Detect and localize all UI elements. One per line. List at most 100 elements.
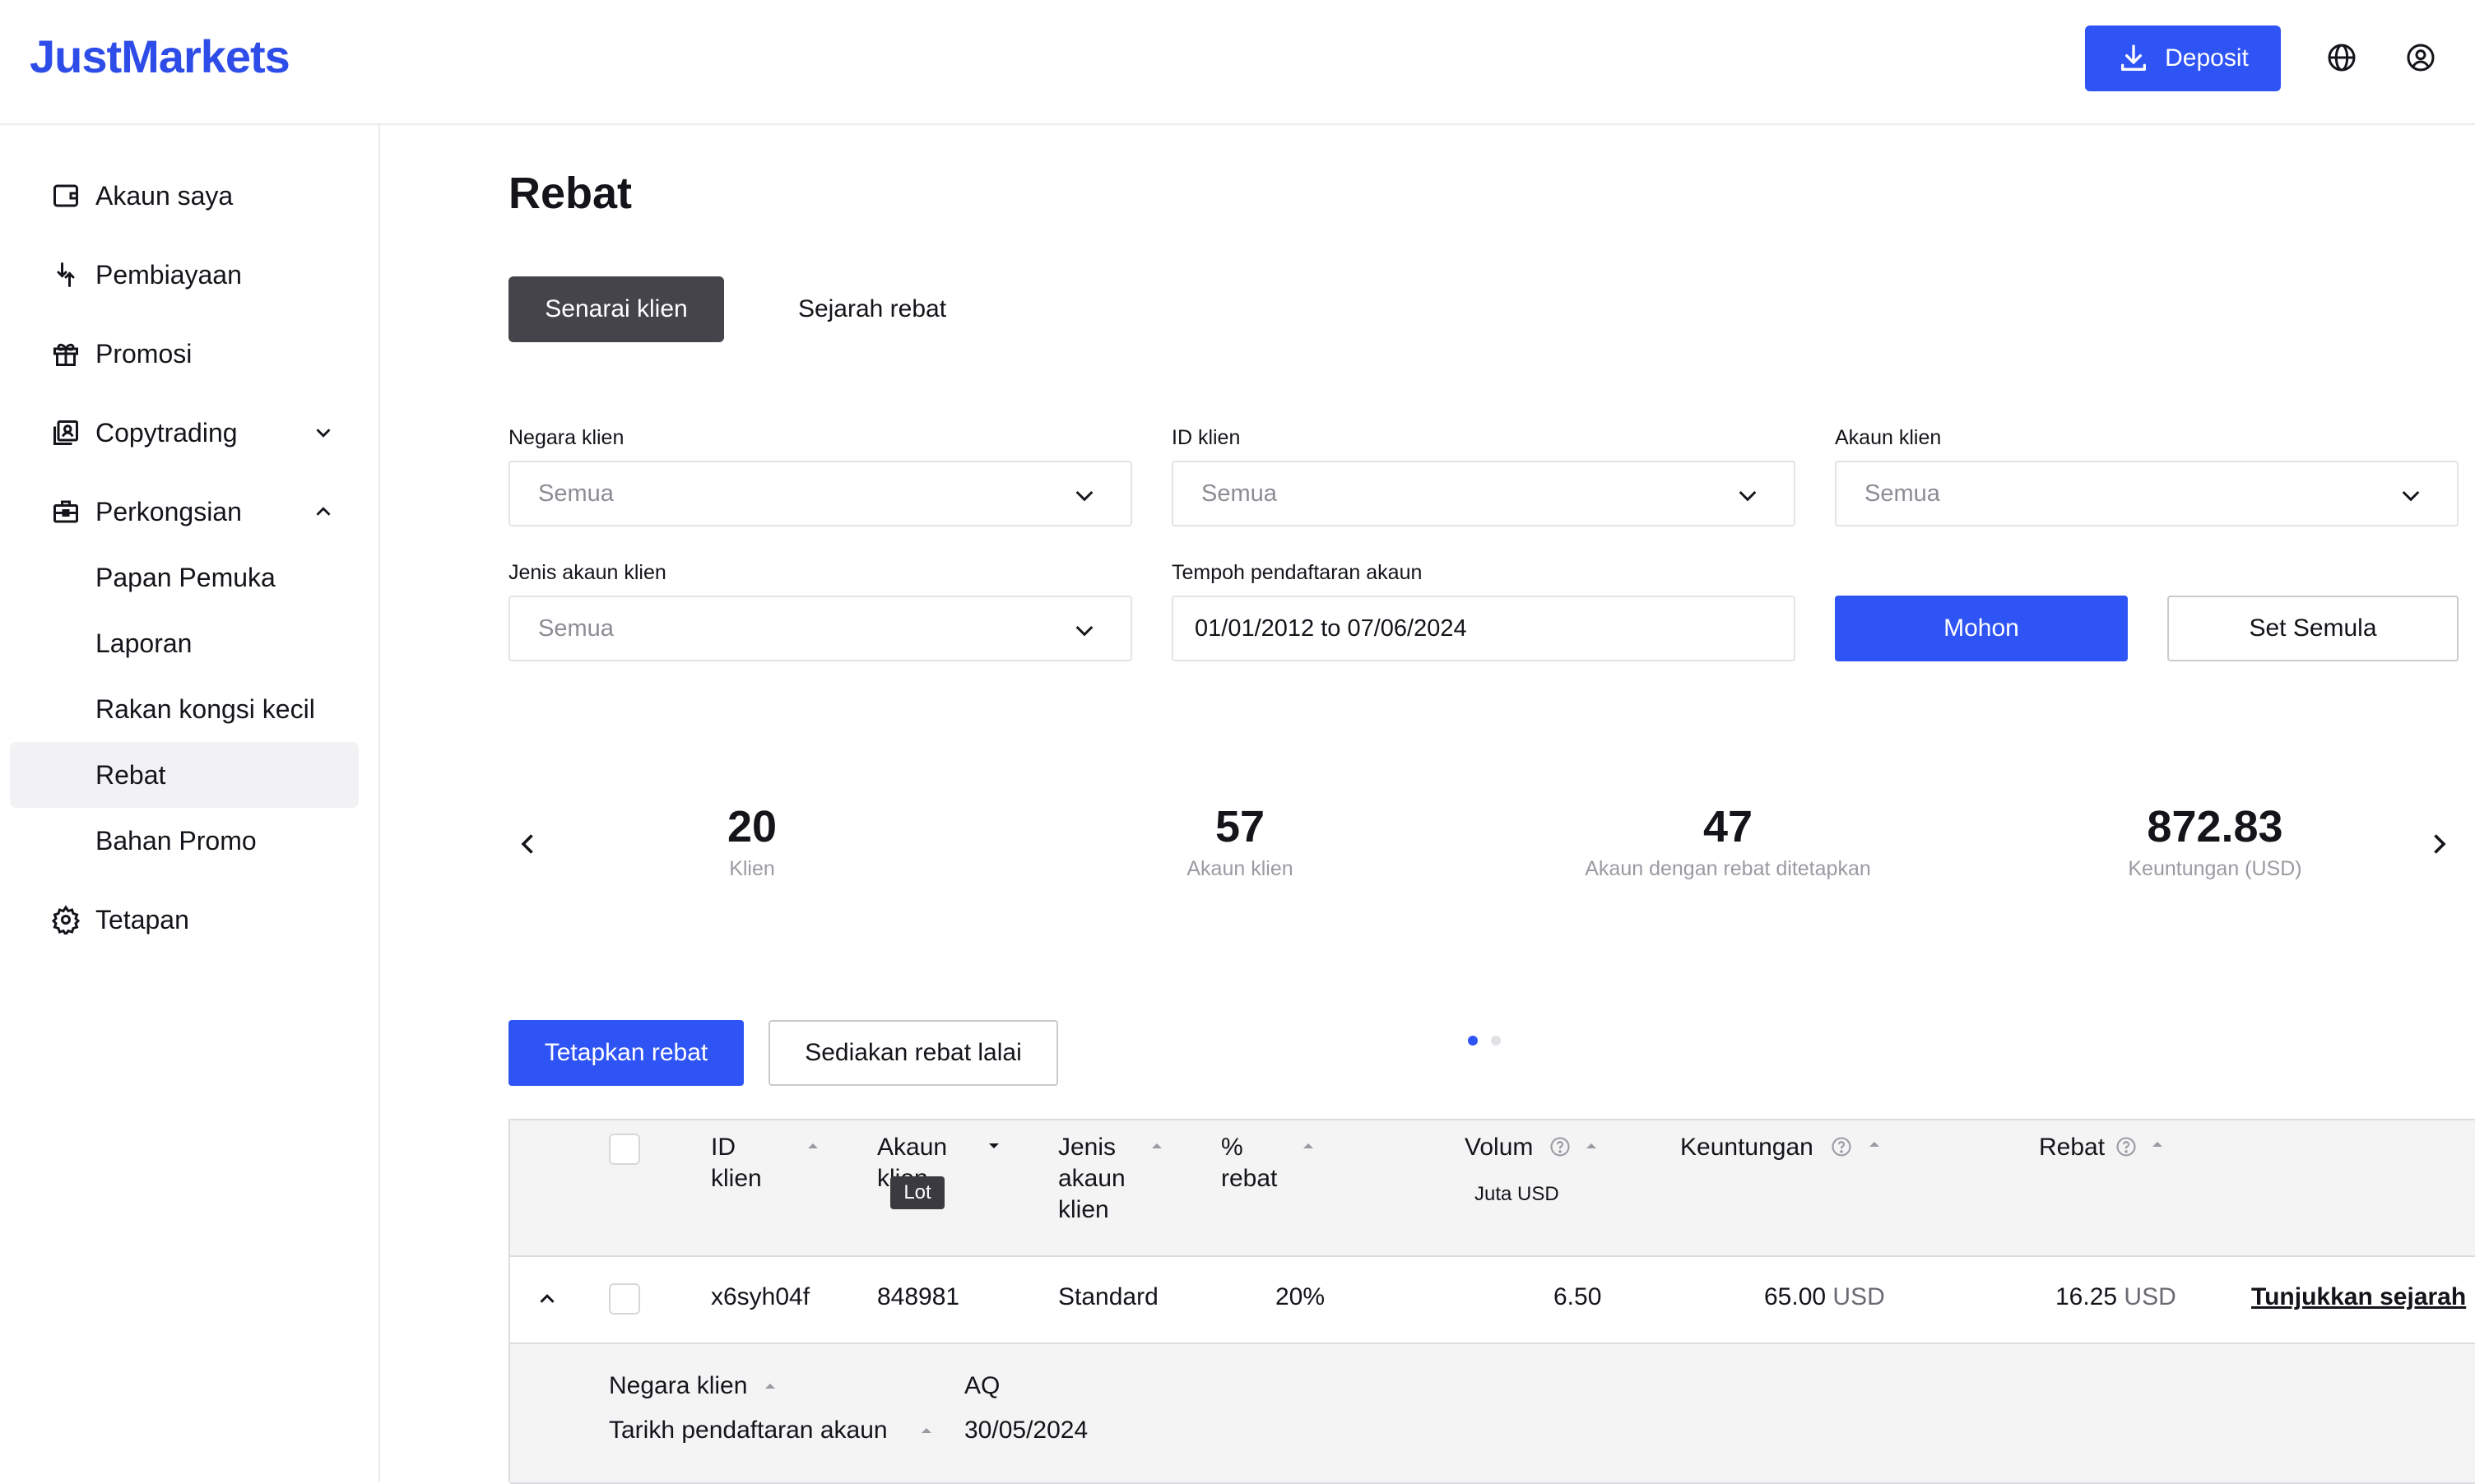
set-rebate-button[interactable]: Tetapkan rebat [508,1020,744,1086]
apply-button[interactable]: Mohon [1835,596,2128,661]
sidebar-item-akaun-saya[interactable]: Akaun saya [10,163,359,229]
sort-up-icon[interactable] [1149,1140,1165,1152]
sidebar-item-papan-pemuka[interactable]: Papan Pemuka [10,545,359,610]
sidebar-item-label: Papan Pemuka [95,562,276,592]
sort-up-icon[interactable] [1300,1140,1316,1152]
stat-profit: 872.83 Keuntungan (USD) [2050,801,2380,881]
account-select-value: Semua [1864,480,1940,507]
col-header-volume[interactable]: Volum [1465,1132,1533,1163]
account-type-filter-label: Jenis akaun klien [508,561,666,584]
gear-icon [51,905,81,934]
period-date-input[interactable]: 01/01/2012 to 07/06/2024 [1172,596,1795,661]
stat-value: 872.83 [2147,802,2283,851]
cell-account-type: Standard [1058,1283,1159,1310]
col-header-client-id[interactable]: ID klien [711,1132,777,1194]
sort-down-icon[interactable] [986,1140,1002,1152]
cell-volume: 6.50 [1553,1283,1602,1310]
cell-account: 848981 [877,1283,960,1310]
sidebar-item-rebat[interactable]: Rebat [10,742,359,808]
col-header-rebate[interactable]: Rebat [2039,1132,2105,1163]
justmarkets-logo[interactable]: JustMarkets [30,30,290,83]
row-checkbox[interactable] [609,1283,640,1315]
sidebar-item-rakan-kongsi-kecil[interactable]: Rakan kongsi kecil [10,676,359,742]
sidebar-item-promosi[interactable]: Promosi [10,321,359,387]
cell-rebate: 16.25 USD [2055,1283,2176,1311]
sidebar-item-label: Promosi [95,338,193,369]
sort-up-icon[interactable] [2149,1139,2166,1150]
stat-caption: Akaun klien [1186,857,1293,880]
help-icon[interactable] [1549,1135,1572,1158]
stat-caption: Keuntungan (USD) [2128,857,2302,880]
col-header-profit[interactable]: Keuntungan [1680,1132,1813,1163]
client-id-select-value: Semua [1201,480,1277,507]
sidebar-item-label: Perkongsian [95,496,242,526]
tab-sejarah-rebat[interactable]: Sejarah rebat [788,276,956,342]
show-history-link[interactable]: Tunjukkan sejarah [2251,1283,2466,1311]
sidebar-item-tetapan[interactable]: Tetapan [10,887,359,953]
wallet-icon [53,184,78,207]
sort-up-icon[interactable] [918,1425,935,1436]
tab-senarai-klien[interactable]: Senarai klien [508,276,724,342]
chevron-down-icon [2402,490,2420,502]
sidebar-item-label: Akaun saya [95,180,234,211]
sidebar-item-label: Tetapan [95,904,189,934]
briefcase-icon [53,500,78,523]
cell-profit-value: 65.00 [1764,1283,1827,1310]
carousel-dot[interactable] [1491,1036,1501,1046]
cell-rebate-value: 16.25 [2055,1283,2118,1310]
stat-clients: 20 Klien [587,801,917,881]
chevron-down-icon [1075,625,1094,637]
account-type-select[interactable]: Semua [508,596,1132,661]
volume-unit-lot-toggle[interactable]: Lot [890,1176,945,1209]
transfer-icon [57,262,75,287]
sort-up-icon[interactable] [1866,1139,1883,1150]
chevron-down-icon [316,429,331,438]
chevron-right-icon[interactable] [2424,829,2454,859]
cell-profit-unit: USD [1832,1283,1885,1310]
account-select[interactable]: Semua [1835,461,2459,526]
page-title: Rebat [508,169,633,218]
cell-client-id: x6syh04f [711,1283,810,1310]
stat-value: 47 [1702,802,1753,851]
gift-icon [53,343,78,366]
select-all-checkbox[interactable] [609,1134,640,1165]
sort-up-icon[interactable] [805,1140,821,1152]
globe-icon[interactable] [2325,41,2358,74]
chevron-left-icon[interactable] [513,829,543,859]
sidebar-item-label: Pembiayaan [95,259,242,290]
deposit-button[interactable]: Deposit [2085,26,2281,91]
sort-up-icon[interactable] [1583,1140,1600,1152]
sidebar-item-copytrading[interactable]: Copytrading [10,400,359,466]
client-id-filter-label: ID klien [1172,426,1241,449]
cell-rebate-pct: 20% [1275,1283,1326,1310]
sidebar-item-pembiayaan[interactable]: Pembiayaan [10,242,359,308]
sidebar-item-bahan-promo[interactable]: Bahan Promo [10,808,359,874]
account-filter-label: Akaun klien [1835,426,1942,449]
col-header-rebate-pct[interactable]: % rebat [1221,1132,1303,1194]
reset-button[interactable]: Set Semula [2167,596,2459,661]
chevron-down-icon [1739,490,1757,502]
sidebar-item-laporan[interactable]: Laporan [10,610,359,676]
detail-reg-date-value: 30/05/2024 [964,1417,1089,1444]
download-icon [2121,44,2147,72]
stat-client-accounts: 57 Akaun klien [1075,801,1405,881]
col-header-account-type[interactable]: Jenis akaun klien [1058,1132,1140,1226]
top-header: JustMarkets Deposit [0,0,2475,125]
volume-unit-usd-toggle[interactable]: Juta USD [1474,1183,1559,1206]
carousel-dot-active[interactable] [1468,1036,1478,1046]
user-icon[interactable] [2404,41,2437,74]
detail-country-label: Negara klien [609,1372,748,1399]
collapse-row-chevron-up-icon[interactable] [535,1287,560,1311]
country-select[interactable]: Semua [508,461,1132,526]
detail-country-value: AQ [964,1372,1001,1399]
help-icon[interactable] [1830,1135,1853,1158]
copytrading-icon [53,420,78,445]
country-select-value: Semua [538,480,614,507]
default-rebate-button[interactable]: Sediakan rebat lalai [769,1020,1058,1086]
client-id-select[interactable]: Semua [1172,461,1795,526]
sidebar-item-perkongsian[interactable]: Perkongsian [10,479,359,545]
sidebar: Akaun saya Pembiayaan Promosi Copytradin… [0,125,380,1482]
table-row-details [510,1344,2475,1484]
sort-up-icon[interactable] [762,1380,778,1392]
help-icon[interactable] [2115,1135,2138,1158]
